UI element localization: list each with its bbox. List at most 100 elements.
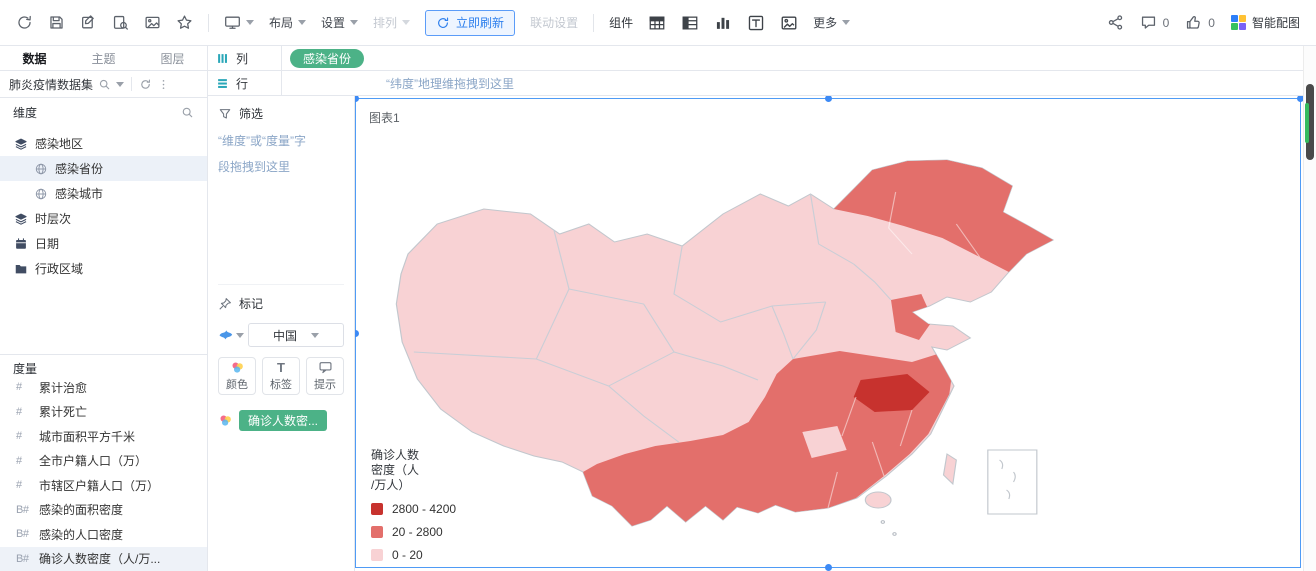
dimension-item-infected-city[interactable]: 感染城市	[0, 181, 207, 206]
comment-icon[interactable]	[1140, 14, 1157, 31]
region-taiwan[interactable]	[942, 453, 957, 486]
measure-item[interactable]: 确诊人数密度（人/万...	[0, 546, 207, 571]
color-button[interactable]: 颜色	[218, 357, 256, 395]
field-pill-province[interactable]: 感染省份	[290, 48, 365, 68]
preview-icon[interactable]	[112, 14, 129, 31]
save-icon[interactable]	[48, 14, 65, 31]
measure-label: 感染的人口密度	[39, 527, 124, 542]
more-menu[interactable]: 更多	[813, 14, 851, 31]
legend-item-mid[interactable]: 20 - 2800	[371, 525, 456, 539]
calc-number-icon	[16, 528, 32, 540]
calendar-icon	[14, 237, 28, 251]
arrange-menu[interactable]: 排列	[373, 14, 411, 31]
resize-handle-top-left[interactable]	[355, 96, 359, 102]
smart-config-button[interactable]: 智能配图	[1230, 14, 1300, 31]
kebab-menu-icon[interactable]	[157, 78, 170, 91]
like-icon[interactable]	[1185, 14, 1202, 31]
number-icon	[16, 406, 32, 418]
map-chart-type-selector[interactable]	[218, 327, 244, 343]
legend-item-low[interactable]: 0 - 20	[371, 548, 456, 562]
region-hainan[interactable]	[864, 491, 892, 509]
measure-item[interactable]: 感染的人口密度	[0, 522, 207, 547]
favorite-star-icon[interactable]	[176, 14, 193, 31]
vertical-scrollbar[interactable]	[1303, 46, 1316, 571]
filter-label: 筛选	[239, 107, 264, 121]
search-dimensions-icon[interactable]	[181, 106, 194, 119]
measure-item[interactable]: 全市户籍人口（万）	[0, 449, 207, 474]
chevron-down-icon[interactable]	[116, 81, 125, 87]
dataset-selector[interactable]: 肺炎疫情数据集	[0, 71, 207, 98]
color-field-pill[interactable]: 确诊人数密...	[239, 410, 328, 431]
legend-item-high[interactable]: 2800 - 4200	[371, 502, 456, 516]
measures-list: 累计治愈 累计死亡 城市面积平方千米 全市户籍人口（万） 市辖区户籍人口（万） …	[0, 375, 207, 571]
columns-icon	[216, 52, 229, 65]
settings-menu[interactable]: 设置	[321, 14, 359, 31]
palette-icon	[220, 415, 231, 426]
rows-dropzone[interactable]: “纬度”地理维拖拽到这里	[282, 71, 1316, 95]
china-choropleth-map[interactable]	[373, 154, 1073, 554]
marks-section: 标记	[218, 284, 344, 312]
dimension-label: 感染城市	[55, 187, 104, 201]
data-sidebar: 数据 主题 图层 肺炎疫情数据集 维度 感染地区 感染省份 感染城市 时层次 日…	[0, 46, 208, 571]
dimension-item-admin-region[interactable]: 行政区域	[0, 256, 207, 281]
share-icon[interactable]	[1107, 14, 1124, 31]
dashboard-canvas[interactable]: 图表1 确诊人数 密度（人 /万人） 2800 - 4200 20 - 2800…	[355, 96, 1316, 571]
layout-menu[interactable]: 布局	[269, 14, 307, 31]
folder-icon	[14, 262, 28, 276]
resize-handle-bottom-center[interactable]	[825, 564, 832, 571]
table-widget-icon[interactable]	[648, 14, 666, 32]
mark-buttons: 颜色 标签 提示	[218, 357, 344, 395]
linkage-settings[interactable]: 联动设置	[530, 14, 578, 31]
geo-row: 中国	[218, 323, 344, 347]
toolbar: 布局 设置 排列 立即刷新 联动设置 组件 更多 0 0 智能配图	[0, 0, 1316, 46]
legend-label: 20 - 2800	[392, 525, 443, 539]
tooltip-button[interactable]: 提示	[306, 357, 344, 395]
bar-chart-widget-icon[interactable]	[714, 14, 732, 32]
image-widget-icon[interactable]	[780, 14, 798, 32]
color-field-row: 确诊人数密...	[218, 410, 344, 431]
dataset-name: 肺炎疫情数据集	[9, 77, 94, 92]
measure-item[interactable]: 感染的面积密度	[0, 498, 207, 523]
search-icon[interactable]	[98, 78, 111, 91]
dimension-item-infected-province[interactable]: 感染省份	[0, 156, 207, 181]
dimension-item-date[interactable]: 日期	[0, 231, 207, 256]
dimension-item-time-hierarchy[interactable]: 时层次	[0, 206, 207, 231]
resize-handle-top-center[interactable]	[825, 96, 832, 102]
pivot-table-widget-icon[interactable]	[681, 14, 699, 32]
refresh-dataset-icon[interactable]	[139, 78, 152, 91]
tab-layers[interactable]: 图层	[138, 46, 207, 70]
filter-hint-line1: “维度”或“度量”字	[218, 134, 306, 148]
dimension-item-infected-area[interactable]: 感染地区	[0, 131, 207, 156]
columns-shelf: 列 感染省份	[208, 46, 1316, 71]
export-image-icon[interactable]	[144, 14, 161, 31]
smart-config-icon	[1230, 15, 1246, 30]
dimensions-title: 维度	[13, 105, 38, 120]
rows-shelf: 行 “纬度”地理维拖拽到这里	[208, 71, 1316, 96]
text-widget-icon[interactable]	[747, 14, 765, 32]
toolbar-right-group: 0 0 智能配图	[1107, 14, 1300, 31]
like-count: 0	[1208, 15, 1215, 30]
tab-theme[interactable]: 主题	[69, 46, 138, 70]
dimension-label: 行政区域	[35, 262, 84, 276]
screen-adapt-menu[interactable]	[224, 14, 254, 31]
tab-data[interactable]: 数据	[0, 46, 69, 70]
dimension-label: 日期	[35, 237, 60, 251]
refresh-now-button[interactable]: 立即刷新	[425, 9, 516, 36]
filter-dropzone[interactable]: “维度”或“度量”字 段拖拽到这里	[218, 128, 344, 180]
label-button[interactable]: 标签	[262, 357, 300, 395]
arrange-menu-label: 排列	[373, 16, 398, 30]
measure-item[interactable]: 累计死亡	[0, 400, 207, 425]
tooltip-bubble-icon	[319, 362, 332, 374]
calc-number-icon	[16, 504, 32, 516]
resize-handle-left-center[interactable]	[355, 330, 359, 337]
rows-label: 行	[236, 76, 249, 91]
save-as-icon[interactable]	[80, 14, 97, 31]
chart-title: 图表1	[369, 111, 400, 125]
columns-dropzone[interactable]: 感染省份	[282, 46, 1316, 70]
map-shape-icon	[219, 330, 233, 340]
geo-region-select[interactable]: 中国	[248, 323, 344, 347]
measure-item[interactable]: 城市面积平方千米	[0, 424, 207, 449]
undo-icon[interactable]	[16, 14, 33, 31]
measure-item[interactable]: 市辖区户籍人口（万）	[0, 473, 207, 498]
number-icon	[16, 479, 32, 491]
